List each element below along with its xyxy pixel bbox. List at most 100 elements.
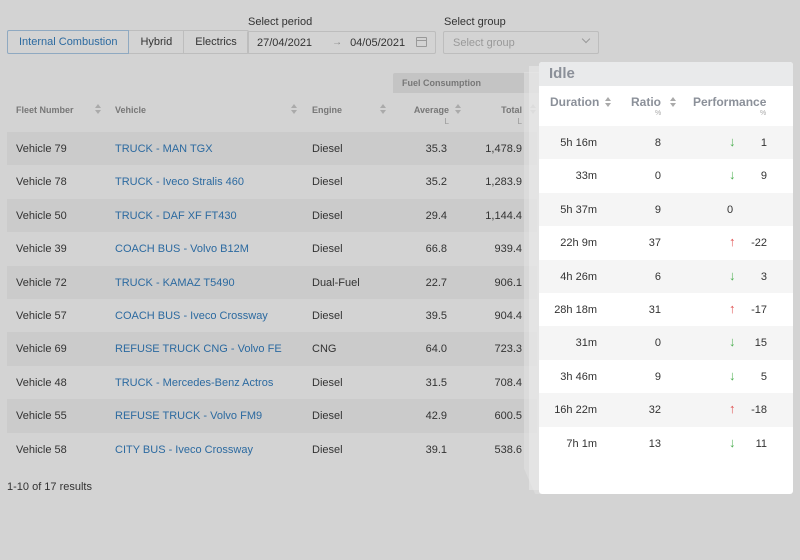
idle-ratio-cell: 13 [648, 437, 661, 450]
range-arrow-icon: → [332, 37, 343, 48]
period-start[interactable]: 27/04/2021 [257, 37, 312, 49]
vehicle-link[interactable]: TRUCK - DAF XF FT430 [115, 210, 237, 222]
table-row[interactable]: Vehicle 50 TRUCK - DAF XF FT430 Diesel 29.4… [7, 198, 537, 233]
idle-ratio-cell: 32 [648, 404, 661, 417]
table-row[interactable]: Vehicle 79 TRUCK - MAN TGX Diesel 35.3 1,478… [7, 132, 537, 166]
vehicle-link[interactable]: TRUCK - KAMAZ T5490 [115, 277, 235, 289]
period-label: Select period [248, 16, 313, 28]
vehicle-link[interactable]: TRUCK - MAN TGX [115, 143, 213, 155]
sort-icon[interactable] [455, 104, 461, 114]
fleet-number-cell: Vehicle 79 [16, 143, 67, 155]
idle-duration-cell: 5h 37m [560, 203, 597, 216]
col-engine[interactable]: Engine [312, 105, 342, 115]
col-fleet-number[interactable]: Fleet Number [16, 105, 74, 115]
group-select[interactable]: Select group [443, 31, 599, 54]
average-cell: 31.5 [425, 376, 447, 389]
idle-duration-cell: 22h 9m [560, 237, 597, 250]
idle-row: 16h 22m 32 ↑ -18 [539, 393, 793, 427]
fleet-number-cell: Vehicle 39 [16, 243, 67, 256]
sort-icon[interactable] [670, 97, 676, 107]
vehicle-link[interactable]: CITY BUS - Iveco Crossway [115, 444, 253, 456]
arrow-down-icon: ↓ [729, 267, 736, 283]
engine-type-tabs: Internal Combustion Hybrid Electrics [7, 30, 249, 54]
idle-ratio-cell: 37 [648, 237, 661, 250]
col-duration[interactable]: Duration [550, 95, 599, 109]
total-cell: 1,144.4 [485, 209, 522, 222]
average-cell: 35.3 [425, 143, 447, 155]
col-ratio[interactable]: Ratio [631, 95, 661, 109]
col-vehicle[interactable]: Vehicle [115, 105, 146, 115]
vehicle-link[interactable]: COACH BUS - Volvo B12M [115, 243, 249, 255]
idle-duration-cell: 4h 26m [560, 270, 597, 283]
period-range-picker[interactable]: 27/04/2021 → 04/05/2021 [247, 31, 436, 54]
engine-cell: CNG [312, 343, 337, 356]
idle-ratio-cell: 6 [654, 270, 661, 283]
table-row[interactable]: Vehicle 55 REFUSE TRUCK - Volvo FM9 Diesel… [7, 399, 537, 433]
idle-title: Idle [539, 62, 793, 86]
idle-duration-cell: 16h 22m [554, 404, 597, 417]
table-row[interactable]: Vehicle 78 TRUCK - Iveco Stralis 460 Diese… [7, 165, 537, 198]
vehicle-link[interactable]: REFUSE TRUCK - Volvo FM9 [115, 410, 262, 422]
table-row[interactable]: Vehicle 69 REFUSE TRUCK CNG - Volvo FE CNG… [7, 332, 537, 366]
vehicle-link[interactable]: REFUSE TRUCK CNG - Volvo FE [115, 343, 282, 355]
col-performance[interactable]: Performance [693, 95, 766, 109]
total-cell: 906.1 [494, 276, 522, 289]
idle-performance-cell: 5 [760, 370, 767, 383]
sort-icon[interactable] [605, 97, 611, 107]
col-ratio-unit: % [655, 110, 662, 117]
table-row[interactable]: Vehicle 57 COACH BUS - Iveco Crossway Dies… [7, 299, 537, 332]
fleet-number-cell: Vehicle 50 [16, 209, 67, 222]
vehicle-link[interactable]: TRUCK - Iveco Stralis 460 [115, 176, 244, 188]
average-cell: 39.1 [425, 443, 447, 456]
idle-panel: Idle Duration Ratio % Performance % 5h 1… [539, 62, 793, 494]
fuel-consumption-group-header: Fuel Consumption [393, 73, 543, 93]
col-average[interactable]: Average L [412, 105, 449, 126]
table-row[interactable]: Vehicle 58 CITY BUS - Iveco Crossway Diese… [7, 433, 537, 466]
arrow-up-icon: ↑ [729, 234, 736, 250]
fleet-number-cell: Vehicle 72 [16, 276, 67, 289]
engine-cell: Diesel [312, 376, 343, 389]
vehicle-link[interactable]: TRUCK - Mercedes-Benz Actros [115, 377, 273, 389]
idle-performance-cell: 11 [755, 437, 767, 450]
tab-internal-combustion[interactable]: Internal Combustion [7, 30, 130, 54]
idle-ratio-cell: 31 [648, 303, 661, 316]
vehicle-link[interactable]: COACH BUS - Iveco Crossway [115, 310, 268, 322]
fleet-number-cell: Vehicle 58 [16, 443, 67, 456]
idle-duration-cell: 31m [575, 337, 597, 350]
total-cell: 939.4 [494, 243, 522, 256]
table-row[interactable]: Vehicle 39 COACH BUS - Volvo B12M Diesel 66… [7, 232, 537, 265]
engine-cell: Diesel [312, 143, 343, 155]
sort-icon[interactable] [380, 104, 386, 114]
fleet-number-cell: Vehicle 48 [16, 376, 67, 389]
col-total[interactable]: Total L [492, 105, 522, 126]
tab-hybrid[interactable]: Hybrid [128, 30, 185, 54]
idle-row: 33m 0 ↓ 9 [539, 159, 793, 192]
tab-electrics[interactable]: Electrics [183, 30, 249, 54]
engine-cell: Diesel [312, 243, 343, 256]
sort-icon[interactable] [95, 104, 101, 114]
idle-performance-cell: -22 [751, 237, 767, 250]
idle-row: 4h 26m 6 ↓ 3 [539, 259, 793, 293]
period-end[interactable]: 04/05/2021 [350, 37, 405, 49]
col-average-label: Average [413, 105, 449, 115]
average-cell: 66.8 [425, 243, 447, 256]
idle-performance-cell: -18 [751, 404, 767, 417]
table-row[interactable]: Vehicle 48 TRUCK - Mercedes-Benz Actros Di… [7, 366, 537, 399]
idle-duration-cell: 5h 16m [560, 137, 597, 149]
table-row[interactable]: Vehicle 72 TRUCK - KAMAZ T5490 Dual-Fuel 22… [7, 265, 537, 299]
idle-ratio-cell: 9 [654, 203, 661, 216]
idle-row: 31m 0 ↓ 15 [539, 326, 793, 360]
fleet-number-cell: Vehicle 78 [16, 176, 67, 189]
arrow-up-icon: ↑ [729, 401, 736, 417]
calendar-icon[interactable] [416, 37, 427, 47]
engine-cell: Diesel [312, 309, 343, 322]
col-total-label: Total [501, 105, 522, 115]
total-cell: 723.3 [494, 343, 522, 356]
group-label: Select group [444, 16, 506, 28]
engine-cell: Dual-Fuel [312, 276, 360, 289]
total-cell: 1,478.9 [485, 143, 522, 155]
idle-performance-cell: 9 [760, 170, 767, 183]
sort-icon[interactable] [291, 104, 297, 114]
engine-cell: Diesel [312, 176, 343, 189]
idle-performance-cell: -17 [751, 303, 767, 316]
